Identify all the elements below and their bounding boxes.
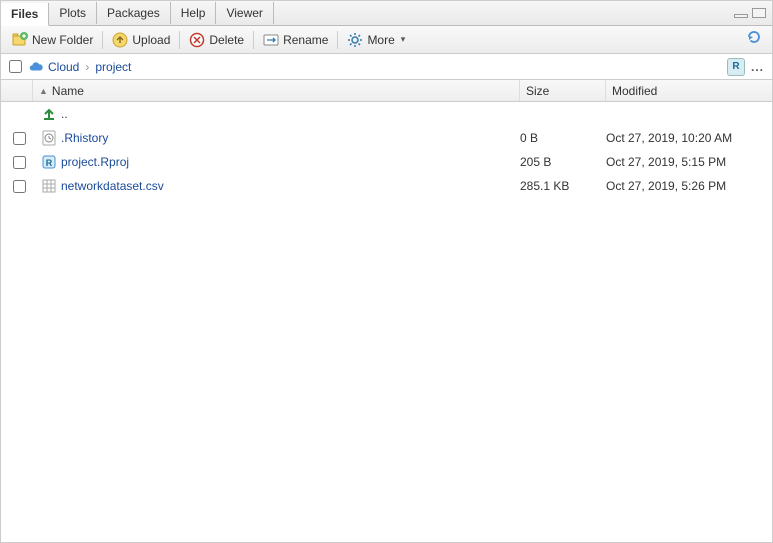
window-controls [734,8,772,18]
new-folder-label: New Folder [32,33,93,47]
more-button[interactable]: More ▾ [340,29,412,51]
file-size: 205 B [520,155,606,169]
file-row: R project.Rproj 205 B Oct 27, 2019, 5:15… [1,150,772,174]
parent-dir-label[interactable]: .. [61,107,520,121]
header-size[interactable]: Size [520,80,606,101]
upload-label: Upload [132,33,170,47]
header-blank [1,80,33,101]
file-checkbox[interactable] [13,180,26,193]
new-folder-icon [12,32,28,48]
csv-file-icon [41,178,57,194]
file-modified: Oct 27, 2019, 5:15 PM [606,155,772,169]
rename-label: Rename [283,33,328,47]
upload-icon [112,32,128,48]
tab-help[interactable]: Help [171,2,217,24]
rproj-file-icon: R [41,154,57,170]
file-list: .. .Rhistory 0 B Oct 27, 2019, 10:20 AM … [1,102,772,198]
header-name[interactable]: ▲ Name [33,80,520,101]
file-checkbox[interactable] [13,132,26,145]
new-folder-button[interactable]: New Folder [5,29,100,51]
rename-icon [263,32,279,48]
file-name-link[interactable]: networkdataset.csv [61,179,520,193]
sort-asc-icon: ▲ [39,86,48,96]
delete-button[interactable]: Delete [182,29,251,51]
breadcrumb-root[interactable]: Cloud [48,60,79,74]
minimize-pane-button[interactable] [734,14,748,18]
tab-files[interactable]: Files [1,3,49,26]
tab-plots[interactable]: Plots [49,2,97,24]
gear-icon [347,32,363,48]
header-name-label: Name [52,84,84,98]
file-size: 285.1 KB [520,179,606,193]
parent-dir-row[interactable]: .. [1,102,772,126]
breadcrumb-bar: Cloud › project R ... [1,54,772,80]
column-headers: ▲ Name Size Modified [1,80,772,102]
cloud-icon [28,59,44,75]
delete-icon [189,32,205,48]
tab-packages[interactable]: Packages [97,2,171,24]
rename-button[interactable]: Rename [256,29,335,51]
breadcrumb-separator: › [85,60,89,74]
up-folder-icon [41,106,57,122]
upload-button[interactable]: Upload [105,29,177,51]
more-label: More [367,33,394,47]
history-file-icon [41,130,57,146]
file-checkbox[interactable] [13,156,26,169]
refresh-button[interactable] [740,29,768,50]
maximize-pane-button[interactable] [752,8,766,18]
select-all-checkbox[interactable] [9,60,22,73]
chevron-down-icon: ▾ [401,34,406,45]
pane-tabs: Files Plots Packages Help Viewer [1,1,772,26]
r-project-badge[interactable]: R [727,58,745,76]
delete-label: Delete [209,33,244,47]
file-name-link[interactable]: .Rhistory [61,131,520,145]
file-name-link[interactable]: project.Rproj [61,155,520,169]
files-toolbar: New Folder Upload Delete Rename More ▾ [1,26,772,54]
svg-text:R: R [46,158,53,168]
file-row: networkdataset.csv 285.1 KB Oct 27, 2019… [1,174,772,198]
header-modified[interactable]: Modified [606,80,772,101]
file-size: 0 B [520,131,606,145]
file-row: .Rhistory 0 B Oct 27, 2019, 10:20 AM [1,126,772,150]
breadcrumb-current[interactable]: project [95,60,131,74]
tab-viewer[interactable]: Viewer [216,2,273,24]
file-modified: Oct 27, 2019, 5:26 PM [606,179,772,193]
breadcrumb-more-button[interactable]: ... [751,60,764,74]
file-modified: Oct 27, 2019, 10:20 AM [606,131,772,145]
